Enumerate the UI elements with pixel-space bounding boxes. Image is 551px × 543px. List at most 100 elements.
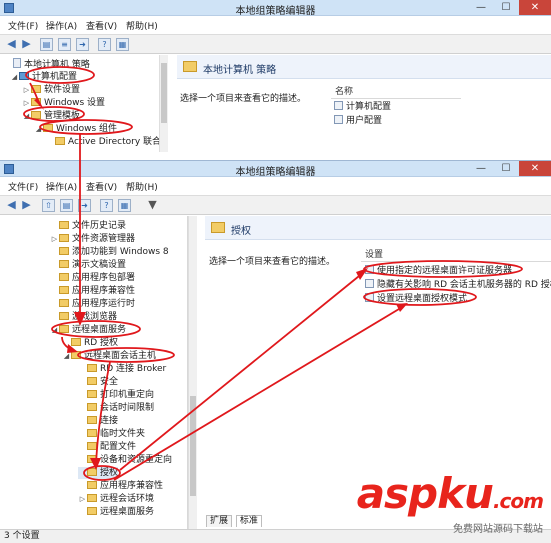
properties-icon[interactable]: ▦ <box>116 38 129 51</box>
tree-item[interactable]: 配置文件 <box>78 441 136 453</box>
close-button[interactable]: ✕ <box>519 161 551 176</box>
console-tree-icon[interactable]: ▤ <box>60 199 73 212</box>
filter-icon[interactable]: ▼ <box>146 199 159 212</box>
tree-item[interactable]: ◢ 远程桌面会话主机 <box>62 350 156 362</box>
menu-help[interactable]: 帮助(H) <box>126 19 158 32</box>
title-bar[interactable]: 本地组策略编辑器 — ☐ ✕ <box>0 161 551 178</box>
tree-expander[interactable]: ◢ <box>10 71 19 83</box>
menu-action[interactable]: 操作(A) <box>46 180 77 193</box>
maximize-button[interactable]: ☐ <box>494 0 518 15</box>
tree-item[interactable]: ◢ 计算机配置 <box>10 71 77 83</box>
tree-item[interactable]: 应用程序兼容性 <box>50 285 135 297</box>
tree-scrollbar[interactable] <box>188 216 197 529</box>
tree-item[interactable]: 连接 <box>78 415 118 427</box>
back-arrow-icon[interactable]: ◀ <box>5 199 18 212</box>
help-icon[interactable]: ? <box>98 38 111 51</box>
tree-expander[interactable]: ▷ <box>22 97 31 109</box>
tree-expander[interactable]: ▷ <box>22 84 31 96</box>
scroll-thumb[interactable] <box>190 396 196 496</box>
tree-item[interactable]: RD 连接 Broker <box>78 363 166 375</box>
tree-item[interactable]: 临时文件夹 <box>78 428 145 440</box>
console-tree-icon[interactable]: ▤ <box>40 38 53 51</box>
forward-arrow-icon[interactable]: ▶ <box>20 199 33 212</box>
folder-icon <box>59 299 69 307</box>
folder-icon <box>87 390 97 398</box>
list-item[interactable]: 用户配置 <box>334 115 382 127</box>
menu-view[interactable]: 查看(V) <box>86 180 117 193</box>
help-icon[interactable]: ? <box>100 199 113 212</box>
minimize-button[interactable]: — <box>469 0 493 15</box>
export-list-icon[interactable]: ➜ <box>78 199 91 212</box>
description-hint: 选择一个项目来查看它的描述。 <box>180 94 307 104</box>
tree-item[interactable]: 游戏浏览器 <box>50 311 117 323</box>
tree-item[interactable]: ▷ 软件设置 <box>22 84 80 96</box>
close-button[interactable]: ✕ <box>519 0 551 15</box>
watermark-subtitle: 免费网站源码下载站 <box>453 524 543 535</box>
tree-scrollbar[interactable] <box>159 55 168 152</box>
menu-view[interactable]: 查看(V) <box>86 19 117 32</box>
tree-expander[interactable]: ◢ <box>62 350 71 362</box>
tree-label: 会话时间限制 <box>100 403 155 413</box>
properties-icon[interactable]: ▦ <box>118 199 131 212</box>
tree-label: 添加功能到 Windows 8 <box>72 247 169 257</box>
list-label: 计算机配置 <box>346 102 392 112</box>
tree-item[interactable]: 设备和资源重定向 <box>78 454 172 466</box>
tree-item[interactable]: 应用程序兼容性 <box>78 480 163 492</box>
tree-label: Windows 组件 <box>56 124 118 134</box>
tree-expander[interactable]: ◢ <box>22 110 31 122</box>
export-list-icon[interactable]: ➜ <box>76 38 89 51</box>
tree-expander[interactable]: ▷ <box>50 233 59 245</box>
list-item[interactable]: 计算机配置 <box>334 101 391 113</box>
menu-file[interactable]: 文件(F) <box>8 180 38 193</box>
tree-item[interactable]: 安全 <box>78 376 118 388</box>
column-header-name[interactable]: 名称 <box>331 86 461 99</box>
tree-item[interactable]: 文件历史记录 <box>50 220 126 232</box>
tree-item[interactable]: 添加功能到 Windows 8 <box>50 246 169 258</box>
tree-item[interactable]: 演示文稿设置 <box>50 259 126 271</box>
minimize-button[interactable]: — <box>469 161 493 176</box>
folder-icon <box>87 455 97 463</box>
folder-icon <box>87 429 97 437</box>
back-arrow-icon[interactable]: ◀ <box>5 38 18 51</box>
tree-item[interactable]: 会话时间限制 <box>78 402 154 414</box>
tree-label: 安全 <box>100 377 119 387</box>
tree-item-selected[interactable]: 授权 <box>78 467 119 479</box>
tab-standard[interactable]: 标准 <box>235 515 262 527</box>
tree-item[interactable]: ◢ 管理模板 <box>22 110 80 122</box>
tree-item[interactable]: ◢ 远程桌面服务 <box>50 324 126 336</box>
tree-expander[interactable]: ▷ <box>78 493 87 505</box>
folder-icon <box>71 351 81 359</box>
setting-icon <box>365 293 374 302</box>
tree-item[interactable]: 远程桌面服务 <box>78 506 154 518</box>
list-item[interactable]: 使用指定的远程桌面许可证服务器 <box>365 265 512 277</box>
tree-item[interactable]: ▷ Windows 设置 <box>22 97 105 109</box>
list-item[interactable]: 设置远程桌面授权模式 <box>365 293 467 305</box>
tree-label: 应用程序兼容性 <box>100 481 164 491</box>
forward-arrow-icon[interactable]: ▶ <box>20 38 33 51</box>
tree-item[interactable]: RD 授权 <box>62 337 118 349</box>
up-folder-icon[interactable]: ⇧ <box>42 199 55 212</box>
tree-label: 设备和资源重定向 <box>100 455 173 465</box>
column-header-setting[interactable]: 设置 <box>361 249 551 262</box>
tree-item[interactable]: ▷ 文件资源管理器 <box>50 233 135 245</box>
maximize-button[interactable]: ☐ <box>494 161 518 176</box>
tree-item[interactable]: 本地计算机 策略 <box>4 58 90 70</box>
scroll-thumb[interactable] <box>161 63 167 123</box>
menu-file[interactable]: 文件(F) <box>8 19 38 32</box>
tab-extended[interactable]: 扩展 <box>206 515 233 527</box>
folder-icon <box>59 325 69 333</box>
list-label: 隐藏有关影响 RD 会话主机服务器的 RD 授权 <box>377 280 551 290</box>
list-item[interactable]: 隐藏有关影响 RD 会话主机服务器的 RD 授权 <box>365 279 551 291</box>
tree-item[interactable]: 应用程序包部署 <box>50 272 135 284</box>
tree-item[interactable]: ▷ 远程会话环境 <box>78 493 154 505</box>
tree-item[interactable]: ◢ Windows 组件 <box>34 123 117 135</box>
title-bar[interactable]: 本地组策略编辑器 — ☐ ✕ <box>0 0 551 17</box>
menu-action[interactable]: 操作(A) <box>46 19 77 32</box>
tree-item[interactable]: Active Directory 联合 <box>46 136 161 148</box>
tree-expander[interactable]: ◢ <box>34 123 43 135</box>
list-view-icon[interactable]: ≡ <box>58 38 71 51</box>
menu-help[interactable]: 帮助(H) <box>126 180 158 193</box>
tree-item[interactable]: 应用程序运行时 <box>50 298 135 310</box>
tree-item[interactable]: 打印机重定向 <box>78 389 154 401</box>
tree-expander[interactable]: ◢ <box>50 324 59 336</box>
